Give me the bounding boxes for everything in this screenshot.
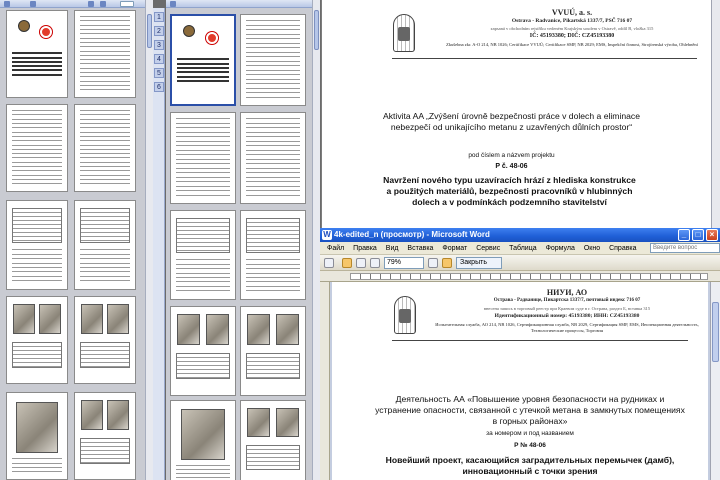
print-preview-toolbar: 79% Закрыть — [320, 255, 720, 271]
print-icon[interactable] — [324, 258, 334, 268]
page-thumbnail[interactable] — [170, 210, 236, 300]
header-divider — [392, 58, 697, 59]
zoom-select[interactable]: 79% — [384, 257, 424, 269]
activity-title: Деятельность АА «Повышение уровня безопа… — [375, 394, 685, 426]
menu-format[interactable]: Формат — [442, 242, 467, 254]
back-icon[interactable] — [4, 1, 10, 7]
header-divider — [392, 340, 688, 341]
page-thumbnail[interactable] — [74, 104, 136, 192]
page-down-icon[interactable] — [100, 1, 106, 7]
page-tab[interactable]: 6 — [154, 82, 164, 92]
forward-icon[interactable] — [30, 1, 36, 7]
page-thumbnail[interactable] — [240, 400, 306, 480]
page-thumbnail[interactable] — [240, 306, 306, 396]
page-up-icon[interactable] — [88, 1, 94, 7]
page-number-box[interactable] — [120, 1, 134, 7]
org-name: НИУИ, АО — [546, 288, 588, 297]
menu-formula[interactable]: Формула — [546, 242, 575, 254]
activity-subtitle: за номером и под названием — [486, 430, 574, 437]
multiple-pages-icon[interactable] — [370, 258, 380, 268]
page-tab[interactable]: 5 — [154, 68, 164, 78]
org-accreditation: Zkušebna zkr. A-O 214, NB 1026; Certifik… — [446, 42, 698, 47]
close-preview-button[interactable]: Закрыть — [456, 257, 502, 269]
org-accreditation: Испытательная служба, АО 214, NB 1026, С… — [435, 322, 699, 333]
menu-insert[interactable]: Вставка — [407, 242, 433, 254]
page-thumbnail[interactable] — [6, 200, 68, 290]
middle-scroll-thumb[interactable] — [314, 10, 319, 50]
project-description: Новейший проект, касающийся заградительн… — [385, 455, 675, 476]
full-screen-icon[interactable] — [442, 258, 452, 268]
page-thumbnail[interactable] — [170, 400, 236, 480]
word-app-icon: W — [322, 230, 332, 240]
magnifier-icon[interactable] — [342, 258, 352, 268]
page-thumbnail[interactable] — [6, 296, 68, 384]
word-scroll-thumb[interactable] — [712, 302, 719, 362]
page-tab[interactable]: 3 — [154, 40, 164, 50]
org-ids: IČ: 45193380; DIČ: CZ45193380 — [529, 33, 615, 39]
activity-subtitle: pod číslem a názvem projektu — [468, 152, 555, 159]
left-scroll-thumb[interactable] — [147, 14, 152, 48]
help-search-input[interactable]: Введите вопрос — [650, 243, 720, 253]
left-pane-toolbar — [0, 0, 153, 8]
left-pane-scrollbar[interactable] — [145, 0, 153, 480]
org-ids: Идентификационный номер: 45193380; ИНН: … — [494, 313, 640, 319]
project-number: Р № 48-06 — [514, 442, 546, 449]
word-scrollbar[interactable] — [710, 282, 720, 480]
activity-title: Aktivita AA „Zvýšení úrovně bezpečnosti … — [383, 111, 640, 132]
menu-window[interactable]: Окно — [584, 242, 600, 254]
word-window-title: 4k-edited_n (просмотр) - Microsoft Word — [334, 230, 490, 239]
left-thumbnail-pane[interactable] — [0, 0, 153, 480]
middle-pane-scrollbar[interactable] — [312, 0, 320, 480]
page-thumbnail[interactable] — [240, 112, 306, 204]
page-thumbnail[interactable] — [240, 14, 306, 106]
project-number: P č. 48-06 — [495, 163, 528, 170]
page-tab[interactable]: 2 — [154, 26, 164, 36]
desktop: 1 2 3 4 5 6 VVUÚ, a. s. Ostrava - Radvan… — [0, 0, 720, 480]
horizontal-ruler[interactable] — [320, 271, 720, 282]
page-thumbnail[interactable] — [170, 306, 236, 396]
ruler-icon[interactable] — [428, 258, 438, 268]
menu-tools[interactable]: Сервис — [476, 242, 500, 254]
page-thumbnail[interactable] — [170, 14, 236, 106]
page-thumbnail[interactable] — [74, 392, 136, 480]
org-address: Острава - Радванице, Пикартска 1337/7, п… — [493, 298, 641, 303]
org-registration: внесена запись в торговый реестр при Кра… — [483, 306, 651, 311]
word-window: W 4k-edited_n (просмотр) - Microsoft Wor… — [320, 228, 720, 480]
close-icon[interactable]: × — [706, 229, 718, 241]
maximize-icon[interactable]: □ — [692, 229, 704, 241]
menu-help[interactable]: Справка — [609, 242, 636, 254]
project-description: Navržení nového typu uzavíracích hrází z… — [383, 175, 636, 207]
menu-bar: Файл Правка Вид Вставка Формат Сервис Та… — [320, 242, 720, 255]
page-thumbnail[interactable] — [6, 104, 68, 192]
word-title-bar[interactable]: W 4k-edited_n (просмотр) - Microsoft Wor… — [320, 228, 720, 242]
page-thumbnail[interactable] — [6, 10, 68, 98]
menu-file[interactable]: Файл — [327, 242, 344, 254]
vertical-ruler[interactable] — [320, 282, 330, 480]
org-registration: zapsaná v obchodním rejstříku vedeném Kr… — [490, 26, 654, 31]
middle-thumbnail-pane[interactable] — [166, 0, 320, 480]
niui-logo — [394, 296, 416, 334]
menu-view[interactable]: Вид — [386, 242, 399, 254]
page-icon[interactable] — [170, 1, 176, 7]
page-tab[interactable]: 1 — [154, 12, 164, 22]
page-thumbnail[interactable] — [170, 112, 236, 204]
page-tab-strip: 1 2 3 4 5 6 — [153, 8, 165, 480]
page-thumbnail[interactable] — [240, 210, 306, 300]
page-thumbnail[interactable] — [74, 10, 136, 98]
menu-edit[interactable]: Правка — [353, 242, 377, 254]
page-thumbnail[interactable] — [74, 296, 136, 384]
page-thumbnail[interactable] — [74, 200, 136, 290]
org-name: VVUÚ, a. s. — [551, 8, 593, 17]
middle-pane-toolbar — [166, 0, 320, 8]
menu-table[interactable]: Таблица — [509, 242, 536, 254]
vvuu-logo — [393, 14, 415, 52]
page-tab[interactable]: 4 — [154, 54, 164, 64]
russian-document-page: НИУИ, АО Острава - Радванице, Пикартска … — [332, 282, 708, 480]
page-thumbnail[interactable] — [6, 392, 68, 480]
czech-document-page: VVUÚ, a. s. Ostrava - Radvanice, Pikarts… — [321, 0, 711, 228]
org-address: Ostrava - Radvanice, Pikartská 1337/7, P… — [511, 18, 633, 24]
one-page-icon[interactable] — [356, 258, 366, 268]
czech-doc-scrollbar[interactable] — [711, 0, 720, 228]
minimize-icon[interactable]: _ — [678, 229, 690, 241]
